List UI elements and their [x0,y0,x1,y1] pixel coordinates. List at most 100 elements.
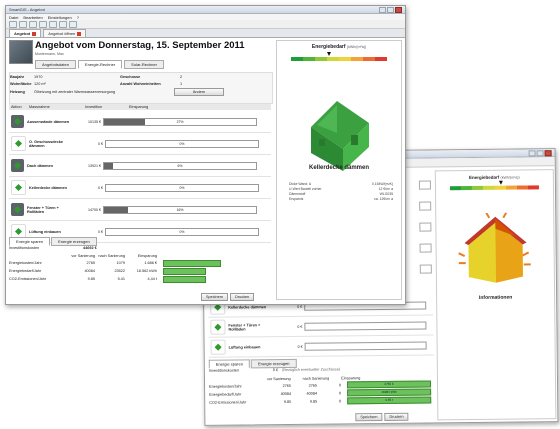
summary-row: Energiebedarf/Jahr 40084 23522 16.562 kWh [9,267,271,275]
detail-value: WLG035 [379,191,393,196]
saving-bar [304,321,427,331]
measure-row[interactable]: Fenster + Türen + Rollläden 0 € [208,315,434,338]
measure-row[interactable]: Kellerdecke dämmen 0 € 0% [9,177,271,199]
col-einsparung: Einsparung [129,105,149,109]
value-field[interactable] [419,222,432,232]
print-icon[interactable] [59,20,67,28]
detail-value: 0,154W/(m²K) [371,181,393,186]
value-field[interactable] [419,243,432,253]
close-icon[interactable] [32,31,37,36]
menu-help[interactable]: ? [77,15,79,20]
col-massnahme: Massnahme [29,105,50,109]
heatloss-house-icon [458,212,531,283]
tab-solar-rechner[interactable]: Solar-Rechner [124,60,164,69]
wohneinheiten-value: 1 [180,81,183,86]
search-icon[interactable] [29,20,37,28]
measure-thumbnail [210,319,226,335]
col-aktion: Aktion [11,105,22,109]
energy-unit: (kWh/(m²a)) [500,175,520,180]
saving-percent: 0% [179,185,185,190]
summary-saving: 16.562 kWh [136,268,157,273]
save-button[interactable]: Speichern [355,412,383,422]
tab-energie-rechner[interactable]: Energie-Rechner [77,60,123,69]
scale-segment [461,186,473,191]
detail-label: U-Wert Bauteil vorher [289,186,322,191]
energy-marker-icon [327,52,332,56]
customer-photo [9,40,33,64]
save-icon[interactable] [49,20,57,28]
save-button[interactable]: Speichern [201,293,229,301]
col-before: vor Sanierung [266,376,291,382]
front-window: SmartGIS - Angebot Datei Bearbeiten Eins… [5,5,406,305]
menu-einstellungen[interactable]: Einstellungen [48,15,72,20]
invest-note: (Bezüglich eventueller Zuschüsse) [282,367,341,373]
measure-row[interactable]: Dach dämmen 13921 € 6% [9,155,271,177]
saving-bar: 0% [105,183,259,192]
mail-icon[interactable] [69,20,77,28]
detail-row: Ersparnis ca. 12€/m² a [289,196,393,201]
baujahr-value: 1970 [34,74,43,79]
close-icon[interactable] [77,31,82,36]
menu-datei[interactable]: Datei [9,15,18,20]
edit-icon[interactable] [39,20,47,28]
tab-energie-sparen[interactable]: Energie sparen [208,359,250,369]
value-field[interactable] [418,180,431,190]
open-icon[interactable] [19,20,27,28]
toolbar [6,20,405,29]
house-icon [214,343,222,351]
change-heating-button[interactable]: Ändern [174,87,224,96]
tab-energie-erzeugen[interactable]: Energie erzeugen [250,358,297,369]
window-controls[interactable] [528,149,552,156]
tab-angebot-oeffnen[interactable]: Angebot öffnen [43,29,87,37]
measure-thumbnail [11,136,26,151]
detail-label: Ersparnis [289,196,304,201]
geschosse-value: 2 [180,74,183,79]
measure-row[interactable]: Fenster + Türen + Rollläden 14700 € 16% [9,199,271,221]
measure-investment: 0 € [98,141,103,146]
summary-bar-fill [163,268,206,275]
measure-row[interactable]: Aussenwände dämmen 10135 € 27% [9,111,271,133]
tab-angebotsdaten[interactable]: Angebotsdaten [35,60,76,69]
summary-bar [163,260,253,267]
value-field[interactable] [419,264,432,274]
tab-energie-sparen[interactable]: Energie sparen [9,237,51,246]
measure-name: Dach dämmen [27,163,53,168]
value-field[interactable] [419,201,432,211]
heizung-value: Ölheizung mit zentraler Warmwasserversor… [34,89,116,94]
measure-list: Aussenwände dämmen 10135 € 27% O. Geschossd… [9,111,271,243]
back-input-stack [418,180,432,300]
summary-bar: 40084 kWh [347,388,432,397]
window-controls[interactable] [379,6,402,13]
scale-segment [375,57,387,61]
front-window-titlebar[interactable]: SmartGIS - Angebot [6,6,405,14]
print-button[interactable]: Drucken [384,412,409,421]
summary-bar: 2765 € [346,380,432,389]
tab-angebot[interactable]: Angebot [9,29,42,37]
menu-bearbeiten[interactable]: Bearbeiten [23,15,42,20]
saving-percent: 0% [179,141,185,146]
lower-tabs: Energie sparen Energie erzeugen [9,237,97,246]
building-data: Baujahr 1970 Geschosse 2 Wohnfläche 120 … [9,72,273,104]
energy-marker-icon [498,180,503,185]
house-icon [13,161,22,170]
tab-energie-erzeugen[interactable]: Energie erzeugen [51,237,97,246]
measure-thumbnail [11,203,24,216]
new-icon[interactable] [9,20,17,28]
summary-after: 9.85 [309,399,318,404]
measure-row[interactable]: Lüftung einbauen 0 € [208,335,434,358]
house-icon [214,323,222,331]
summary-saving: 0 [339,398,342,403]
offer-header: Angebot vom Donnerstag, 15. September 20… [9,40,271,70]
scale-segment [351,57,363,61]
saving-bar [304,341,427,351]
measure-investment: 0 € [98,185,103,190]
scale-segment [516,185,528,190]
scale-segment [494,185,506,190]
measure-row[interactable]: O. Geschossdecke dämmen 0 € 0% [9,133,271,155]
print-button[interactable]: Drucken [230,293,255,301]
wohneinheiten-label: Anzahl Wohneinheiten [120,81,161,86]
document-tabs: Angebot Angebot öffnen [6,29,405,38]
scale-segment [303,57,315,61]
col-after: nach Sanierung [302,376,330,381]
detail-value: 12 €/m² a [378,186,393,191]
